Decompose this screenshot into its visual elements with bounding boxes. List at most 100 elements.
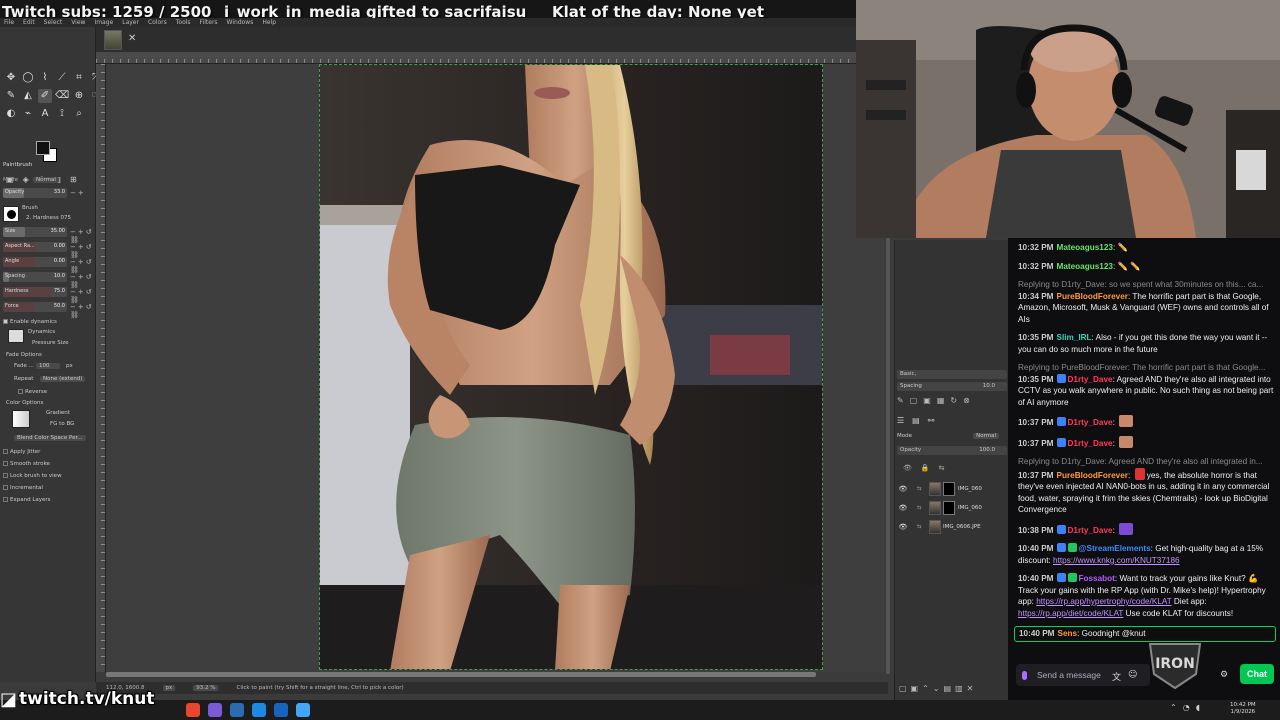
message-username[interactable]: D1rty_Dave [1068, 526, 1113, 535]
reply-context[interactable]: Replying to PureBloodForever: The horrif… [1018, 362, 1276, 374]
opacity-slider[interactable]: Opacity 33.0 [3, 188, 67, 198]
layer-row[interactable]: 👁 ⇆ IMG_060 [897, 499, 1007, 516]
brush-actions[interactable]: ✎▢▣▦↻⊗ [897, 396, 1007, 405]
emote-picker-icon[interactable]: ☺ [1128, 670, 1137, 680]
layer-name[interactable]: IMG_060 [958, 505, 982, 511]
visibility-eye-icon[interactable]: 👁 [897, 504, 909, 512]
size-slider[interactable]: Size 35.00 [3, 227, 67, 237]
message-link[interactable]: https://rp.app/diet/code/KLAT [1018, 609, 1123, 618]
taskbar-clock[interactable]: 10:42 PM 1/9/2026 [1230, 702, 1256, 716]
layer-name[interactable]: IMG_060 [958, 486, 982, 492]
layer-mode-select[interactable]: Normal [973, 433, 999, 439]
fade-unit[interactable]: px [66, 363, 73, 369]
foreground-color-swatch[interactable] [36, 141, 50, 155]
layer-opacity-slider[interactable]: Opacity 100.0 [897, 446, 1007, 455]
message-username[interactable]: D1rty_Dave [1068, 375, 1113, 384]
incremental-checkbox[interactable] [3, 485, 8, 490]
lock-brush-row[interactable]: Lock brush to view [3, 470, 93, 481]
color-picker-icon[interactable]: ⟟ [55, 107, 69, 121]
reply-context[interactable]: Replying to D1rty_Dave: so we spent what… [1018, 279, 1276, 291]
fade-length-value[interactable]: 100 [36, 362, 60, 369]
hardness-controls[interactable]: −+↺⛓ [70, 288, 96, 304]
smooth-stroke-checkbox[interactable] [3, 461, 8, 466]
dynamics-value[interactable]: Pressure Size [32, 340, 69, 346]
tray-chevron-icon[interactable]: ⌃ [1170, 703, 1177, 712]
aspect-controls[interactable]: −+↺⛓ [70, 243, 96, 259]
message-username[interactable]: @StreamElements [1079, 544, 1151, 553]
unit-select[interactable]: px [162, 685, 176, 691]
visibility-eye-icon[interactable]: 👁 [897, 523, 909, 531]
image-tab-thumbnail[interactable] [104, 30, 122, 50]
brush-name[interactable]: 2. Hardness 075 [26, 215, 71, 221]
brush-preset-select[interactable]: Basic, [897, 370, 1007, 379]
expand-layers-row[interactable]: Expand Layers [3, 494, 93, 505]
layer-mask-thumbnail[interactable] [943, 481, 955, 496]
zoom-tool-icon[interactable]: ⌕ [72, 107, 86, 121]
message-username[interactable]: D1rty_Dave [1068, 418, 1113, 427]
clone-icon[interactable]: ⊕ [72, 89, 86, 103]
edge-icon[interactable] [230, 703, 244, 717]
message-username[interactable]: Sens [1058, 629, 1078, 638]
menu-windows[interactable]: Windows [227, 19, 254, 26]
repeat-select[interactable]: None (extend) [40, 375, 86, 382]
size-controls[interactable]: −+↺⛓ [70, 228, 96, 244]
force-slider[interactable]: Force 50.0 [3, 302, 67, 312]
enable-dynamics-checkbox[interactable] [3, 319, 8, 324]
fuzzy-select-icon[interactable]: ⟋ [55, 71, 69, 85]
gradient-value[interactable]: FG to BG [50, 421, 74, 427]
lock-brush-checkbox[interactable] [3, 473, 8, 478]
chrome-icon[interactable] [186, 703, 200, 717]
mode-select[interactable]: Normal [33, 176, 59, 183]
blend-space-select[interactable]: Blend Color Space Per... [14, 434, 86, 441]
rp-spacing-slider[interactable]: Spacing 10.0 [897, 382, 1007, 391]
menu-tools[interactable]: Tools [176, 19, 191, 26]
file-icon[interactable] [252, 703, 266, 717]
lasso-icon[interactable]: ⌇ [38, 71, 52, 85]
message-username[interactable]: PureBloodForever [1057, 292, 1128, 301]
chain-icon[interactable]: ⇆ [909, 505, 929, 511]
visibility-eye-icon[interactable]: 👁 [897, 485, 909, 493]
message-username[interactable]: Mateoagus123 [1057, 262, 1113, 271]
fg-bg-colors[interactable] [36, 141, 58, 163]
expand-layers-checkbox[interactable] [3, 497, 8, 502]
layer-mask-thumbnail[interactable] [943, 500, 955, 515]
message-username[interactable]: PureBloodForever [1057, 471, 1128, 480]
menu-filters[interactable]: Filters [200, 19, 218, 26]
layer-name[interactable]: IMG_0606.JPE [943, 524, 981, 530]
message-username[interactable]: Fossabot [1079, 574, 1115, 583]
fade-options-row[interactable]: Fade Options [6, 349, 96, 360]
image-canvas[interactable] [319, 64, 823, 670]
aspect-slider[interactable]: Aspect Ra... 0.00 [3, 242, 67, 252]
smooth-stroke-row[interactable]: Smooth stroke [3, 458, 93, 469]
paintbrush-tool-icon[interactable]: ✐ [38, 89, 52, 103]
volume-icon[interactable]: ◖ [1196, 703, 1200, 712]
warp-icon[interactable]: ✎ [4, 89, 18, 103]
gimp-taskbar-icon[interactable] [296, 703, 310, 717]
dodge-icon[interactable]: ◐ [4, 107, 18, 121]
message-username[interactable]: D1rty_Dave [1068, 439, 1113, 448]
layer-row[interactable]: 👁 ⇆ IMG_060 [897, 480, 1007, 497]
message-link[interactable]: https://rp.app/hypertrophy/code/KLAT [1036, 597, 1171, 606]
zoom-select[interactable]: 93.2 % [193, 685, 219, 691]
menu-layer[interactable]: Layer [122, 19, 139, 26]
layer-row[interactable]: 👁 ⇆ IMG_0606.JPE [897, 518, 1007, 535]
bits-icon[interactable] [1022, 670, 1027, 680]
dynamics-preview-icon[interactable] [8, 329, 24, 343]
discord-icon[interactable] [208, 703, 222, 717]
spacing-slider[interactable]: Spacing 10.0 [3, 272, 67, 282]
reply-context[interactable]: Replying to D1rty_Dave: Agreed AND they'… [1018, 456, 1276, 468]
message-username[interactable]: Slim_IRL [1057, 333, 1092, 342]
text-tool-icon[interactable]: A [38, 107, 52, 121]
angle-slider[interactable]: Angle 0.00 [3, 257, 67, 267]
layers-tabs[interactable]: ☰▤⚯ [897, 416, 1007, 425]
apply-jitter-checkbox[interactable] [3, 449, 8, 454]
menu-edit[interactable]: Edit [23, 19, 35, 26]
chat-send-button[interactable]: Chat [1240, 664, 1274, 684]
menu-select[interactable]: Select [44, 19, 63, 26]
photos-icon[interactable] [274, 703, 288, 717]
chain-icon[interactable]: ⇆ [909, 486, 929, 492]
horizontal-scrollbar[interactable] [106, 672, 816, 677]
translate-icon[interactable]: 文 [1112, 670, 1121, 683]
network-icon[interactable]: ◔ [1183, 703, 1190, 712]
apply-jitter-row[interactable]: Apply Jitter [3, 446, 93, 457]
